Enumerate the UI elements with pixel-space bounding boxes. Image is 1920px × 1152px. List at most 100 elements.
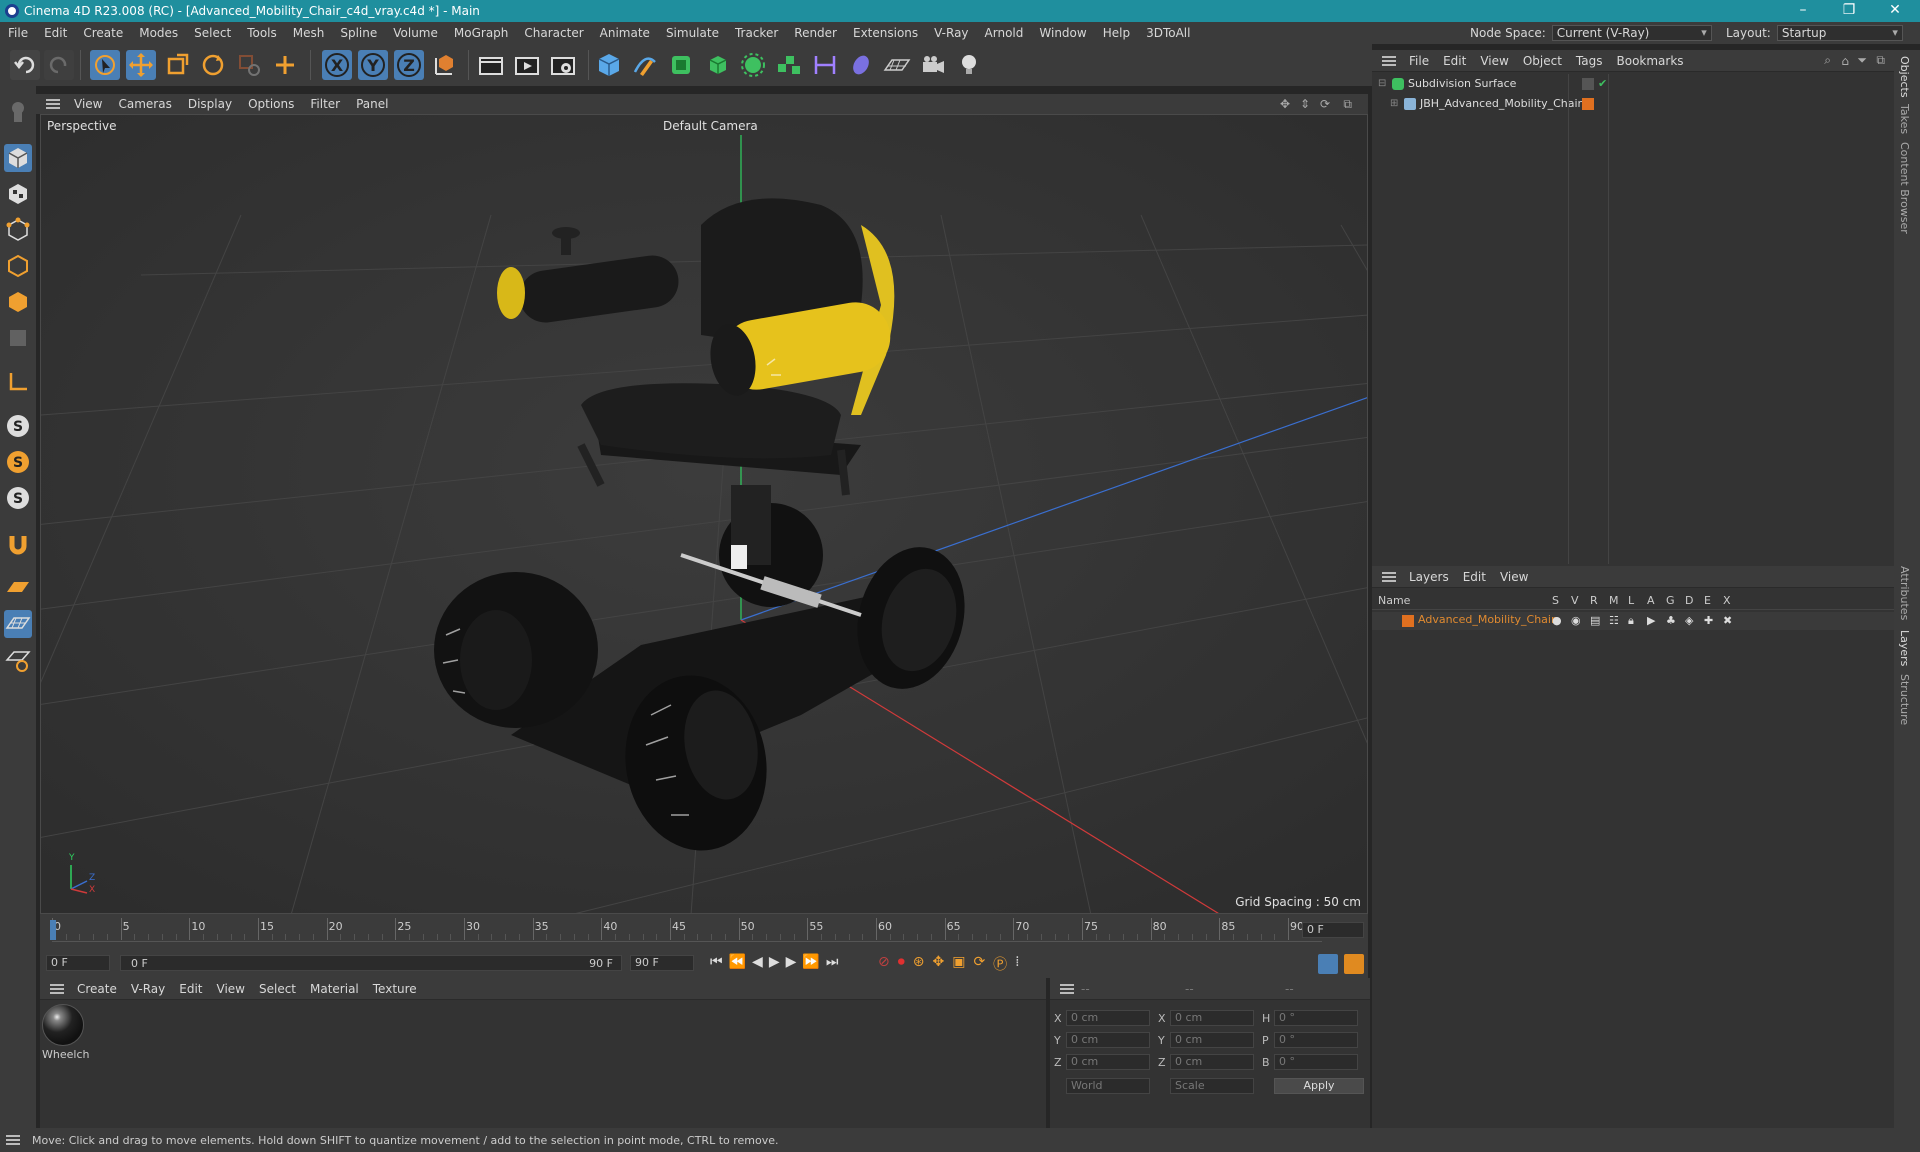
play-icon[interactable]: ▶: [769, 954, 780, 970]
layer-menu-icon[interactable]: [1382, 571, 1396, 582]
next-key-icon[interactable]: ⏩: [802, 954, 819, 970]
menu-mograph[interactable]: MoGraph: [446, 26, 517, 40]
object-menu-view[interactable]: View: [1473, 54, 1515, 68]
object-menu-bookmarks[interactable]: Bookmarks: [1610, 54, 1691, 68]
viewport-menu-cameras[interactable]: Cameras: [110, 97, 179, 111]
layout-dropdown[interactable]: Startup: [1776, 25, 1903, 41]
live-selection-icon[interactable]: [90, 50, 120, 80]
light-object-icon[interactable]: [954, 50, 984, 80]
layer-menu-layers[interactable]: Layers: [1402, 570, 1456, 584]
rotation-b-field[interactable]: 0 °: [1274, 1054, 1358, 1070]
previous-frame-icon[interactable]: ◀: [752, 954, 763, 970]
axis-mode-icon[interactable]: [4, 368, 32, 396]
timeline-track[interactable]: [52, 918, 1322, 942]
render-clapper-icon[interactable]: ▤: [1590, 614, 1609, 628]
grid-icon[interactable]: [4, 610, 32, 638]
record-keys-off-icon[interactable]: ⊘: [878, 954, 890, 974]
status-menu-icon[interactable]: [6, 1135, 20, 1145]
menu-spline[interactable]: Spline: [332, 26, 385, 40]
floor-object-icon[interactable]: [882, 50, 912, 80]
size-y-field[interactable]: 0 cm: [1170, 1032, 1254, 1048]
viewport-menu-icon[interactable]: [46, 99, 60, 109]
eye-icon[interactable]: ◉: [1571, 614, 1590, 628]
solo-off-icon[interactable]: S: [4, 484, 32, 512]
menu-window[interactable]: Window: [1031, 26, 1094, 40]
add-tool-icon[interactable]: [270, 50, 300, 80]
move-tool-icon[interactable]: [126, 50, 156, 80]
viewport-rotate-icon[interactable]: ⟳: [1312, 97, 1338, 111]
material-menu-icon[interactable]: [50, 983, 64, 994]
menu-mesh[interactable]: Mesh: [285, 26, 333, 40]
minimize-icon[interactable]: –: [1780, 0, 1826, 22]
point-mode-icon[interactable]: [4, 216, 32, 244]
keyframe-selection-icon[interactable]: ⊛: [913, 954, 925, 974]
material-menu-create[interactable]: Create: [70, 982, 124, 996]
viewport-menu-filter[interactable]: Filter: [302, 97, 348, 111]
z-axis-lock-icon[interactable]: Z: [394, 50, 424, 80]
menu-edit[interactable]: Edit: [36, 26, 75, 40]
layer-name[interactable]: Advanced_Mobility_Chair: [1418, 613, 1556, 626]
end-frame-field[interactable]: 90 F: [630, 955, 694, 971]
timeline-playhead[interactable]: [50, 920, 56, 940]
make-editable-icon[interactable]: [4, 98, 32, 126]
model-mode-icon[interactable]: [4, 144, 32, 172]
tab-structure[interactable]: Structure: [1898, 674, 1911, 725]
object-menu-edit[interactable]: Edit: [1436, 54, 1473, 68]
animation-play-icon[interactable]: ▶: [1647, 614, 1666, 628]
object-menu-icon[interactable]: [1382, 55, 1396, 66]
scale-tool-icon[interactable]: [162, 50, 192, 80]
key-rotation-icon[interactable]: ⟳: [973, 954, 985, 974]
key-parameter-icon[interactable]: Ⓟ: [993, 954, 1007, 974]
extrude-generator-icon[interactable]: [702, 50, 732, 80]
expand-icon[interactable]: ⊞: [1390, 98, 1398, 109]
size-z-field[interactable]: 0 cm: [1170, 1054, 1254, 1070]
camera-object-icon[interactable]: [918, 50, 948, 80]
layer-menu-edit[interactable]: Edit: [1456, 570, 1493, 584]
material-menu-texture[interactable]: Texture: [366, 982, 424, 996]
viewport-camera-name[interactable]: Default Camera: [663, 119, 758, 133]
y-axis-lock-icon[interactable]: Y: [358, 50, 388, 80]
size-x-field[interactable]: 0 cm: [1170, 1010, 1254, 1026]
timeline-window-icon[interactable]: [1344, 954, 1364, 974]
undo-icon[interactable]: [10, 50, 40, 80]
autokey-icon[interactable]: ⏺: [898, 954, 905, 974]
sound-icon[interactable]: [1318, 954, 1338, 974]
xref-icon[interactable]: ✖: [1723, 614, 1742, 628]
rotate-tool-icon[interactable]: [198, 50, 228, 80]
viewport-menu-panel[interactable]: Panel: [348, 97, 396, 111]
coordinate-system-icon[interactable]: [430, 50, 460, 80]
collapse-icon[interactable]: ⊟: [1378, 78, 1386, 89]
layer-color-icon[interactable]: [1582, 98, 1594, 110]
x-axis-lock-icon[interactable]: X: [322, 50, 352, 80]
timeline-ruler[interactable]: 0 5 10 15 20 25 30 35 40 45 50 55 60 65 70 75 80 85 90 0 F: [40, 914, 1368, 950]
cloner-icon[interactable]: [738, 50, 768, 80]
menu-character[interactable]: Character: [516, 26, 591, 40]
tab-layers[interactable]: Layers: [1898, 630, 1911, 666]
coordinate-mode-select[interactable]: World: [1066, 1078, 1150, 1094]
rotation-p-field[interactable]: 0 °: [1274, 1032, 1358, 1048]
material-menu-view[interactable]: View: [210, 982, 252, 996]
menu-3dtoall[interactable]: 3DToAll: [1138, 26, 1198, 40]
layer-menu-view[interactable]: View: [1493, 570, 1535, 584]
recent-tool-icon[interactable]: [234, 50, 264, 80]
go-to-end-icon[interactable]: ⏭: [826, 954, 839, 970]
workplane-icon[interactable]: [4, 574, 32, 602]
texture-mode-icon[interactable]: [4, 180, 32, 208]
snap-icon[interactable]: S: [4, 412, 32, 440]
viewport-menu-options[interactable]: Options: [240, 97, 302, 111]
current-frame-field[interactable]: 0 F: [1302, 922, 1364, 938]
menu-file[interactable]: File: [0, 26, 36, 40]
object-menu-tags[interactable]: Tags: [1569, 54, 1610, 68]
deformer-icon[interactable]: ◈: [1685, 614, 1704, 628]
layer-color-swatch[interactable]: [1402, 615, 1414, 627]
menu-create[interactable]: Create: [75, 26, 131, 40]
render-settings-icon[interactable]: [548, 50, 578, 80]
pen-spline-icon[interactable]: [630, 50, 660, 80]
object-menu-file[interactable]: File: [1402, 54, 1436, 68]
position-x-field[interactable]: 0 cm: [1066, 1010, 1150, 1026]
rotation-h-field[interactable]: 0 °: [1274, 1010, 1358, 1026]
viewport-menu-display[interactable]: Display: [180, 97, 240, 111]
key-pla-icon[interactable]: ⁞: [1015, 954, 1019, 974]
edge-mode-icon[interactable]: [4, 252, 32, 280]
manager-tree-icon[interactable]: ☷: [1609, 614, 1628, 628]
